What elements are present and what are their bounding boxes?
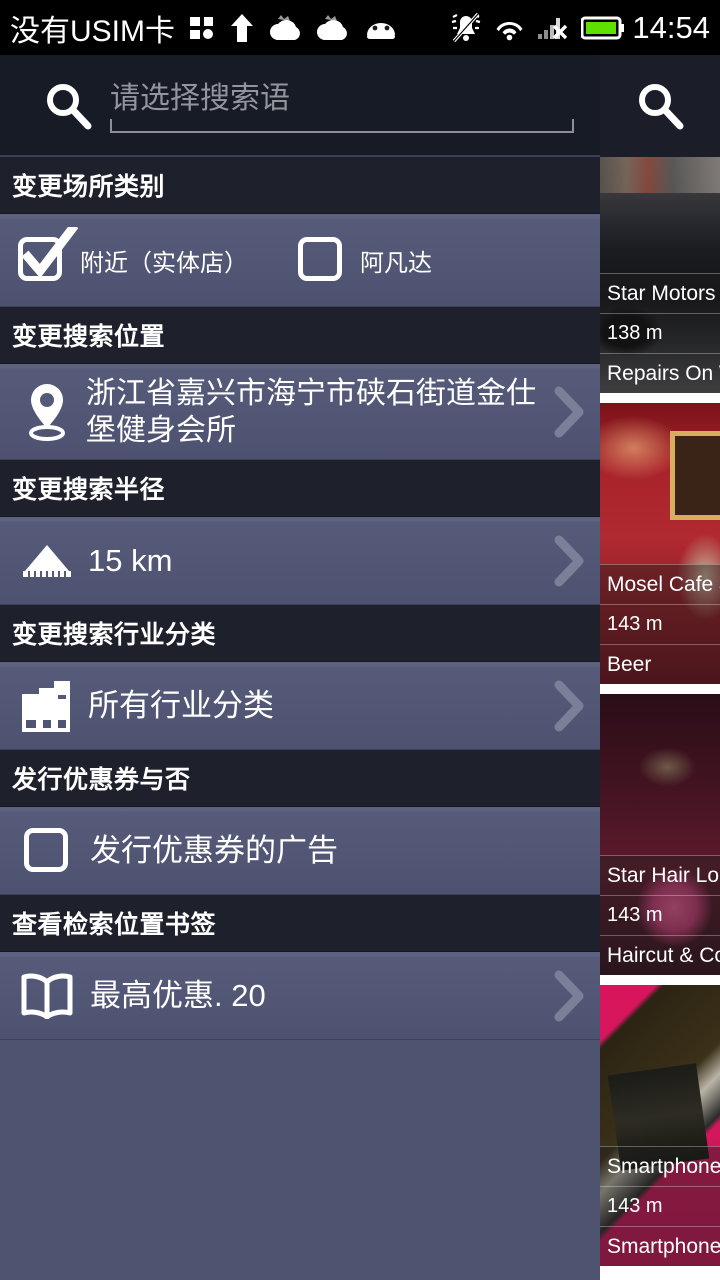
result-distance: 143 m [600, 895, 720, 935]
battery-icon [581, 16, 625, 39]
checkbox-label: 阿凡达 [360, 249, 432, 277]
search-placeholder: 请选择搜索语 [110, 82, 290, 115]
map-pin-icon [18, 381, 76, 443]
search-bar[interactable]: 请选择搜索语 [0, 55, 600, 157]
result-distance: 143 m [600, 1186, 720, 1226]
result-card[interactable]: Star Hair Lounge 143 m Haircut & Color [600, 694, 720, 975]
cloud-icon [317, 14, 347, 40]
location-value: 浙江省嘉兴市海宁市硖石街道金仕堡健身会所 [86, 376, 536, 447]
android-icon [367, 22, 395, 39]
grid-icon [190, 16, 213, 39]
result-info: Smartphone Rep 143 m Smartphone Rep [600, 1146, 720, 1266]
search-input[interactable]: 请选择搜索语 [110, 75, 582, 137]
checkbox-label: 附近（实体店） [80, 249, 248, 277]
search-icon [639, 84, 684, 130]
radius-value: 15 km [88, 542, 173, 578]
checkbox-icon-checked[interactable] [18, 227, 78, 283]
screen-root: 没有USIM卡 14:54 请选择搜索语 变更场所类别 附近（实体店） 阿凡达 … [0, 0, 720, 1280]
section-header-location: 变更搜索位置 [0, 307, 600, 364]
result-card[interactable]: Star Motors 138 m Repairs On Whee [600, 157, 720, 393]
place-category-row[interactable]: 附近（实体店） 阿凡达 [0, 214, 600, 307]
result-category: Beer [600, 644, 720, 684]
card-separator [600, 1266, 720, 1276]
settings-panel: 请选择搜索语 变更场所类别 附近（实体店） 阿凡达 变更搜索位置 浙江省嘉兴市海… [0, 55, 600, 1280]
section-title: 发行优惠券与否 [12, 766, 191, 794]
results-search-button[interactable] [600, 55, 720, 157]
section-header-bookmark: 查看检索位置书签 [0, 895, 600, 952]
search-icon [47, 84, 92, 130]
card-separator [600, 393, 720, 403]
clock: 14:54 [632, 9, 710, 45]
checkbox-icon-unchecked[interactable] [24, 827, 70, 874]
section-title: 变更搜索半径 [12, 476, 166, 504]
coupon-label: 发行优惠券的广告 [90, 832, 338, 868]
result-card[interactable]: Mosel Cafe & Lou 143 m Beer [600, 403, 720, 684]
protractor-icon [18, 541, 76, 581]
result-name: Star Motors [600, 273, 720, 313]
search-underline [110, 119, 574, 133]
carrier-label: 没有USIM卡 [10, 14, 175, 48]
result-info: Star Hair Lounge 143 m Haircut & Color [600, 855, 720, 975]
section-title: 变更搜索位置 [12, 323, 166, 351]
section-header-radius: 变更搜索半径 [0, 460, 600, 517]
results-panel[interactable]: Star Motors 138 m Repairs On Whee Mosel … [600, 55, 720, 1280]
chevron-right-icon [554, 535, 584, 586]
section-title: 变更搜索行业分类 [12, 621, 217, 649]
chevron-right-icon [554, 680, 584, 731]
section-header-coupon: 发行优惠券与否 [0, 750, 600, 807]
checkbox-icon-unchecked[interactable] [298, 237, 344, 283]
silent-bell-icon [452, 12, 481, 42]
result-info: Mosel Cafe & Lou 143 m Beer [600, 564, 720, 684]
radius-row[interactable]: 15 km [0, 517, 600, 605]
coupon-row[interactable]: 发行优惠券的广告 [0, 807, 600, 895]
cloud-icon [270, 14, 300, 40]
result-category: Smartphone Rep [600, 1226, 720, 1266]
result-name: Smartphone Rep [600, 1146, 720, 1186]
result-category: Haircut & Color [600, 935, 720, 975]
checkbox-avatar[interactable]: 阿凡达 [298, 237, 432, 283]
card-separator [600, 684, 720, 694]
result-name: Star Hair Lounge [600, 855, 720, 895]
status-icons-right [450, 12, 625, 43]
section-title: 查看检索位置书签 [12, 911, 217, 939]
result-category: Repairs On Whee [600, 353, 720, 393]
signal-no-service-icon [538, 17, 568, 39]
industry-value: 所有行业分类 [88, 687, 274, 723]
result-distance: 143 m [600, 604, 720, 644]
check-icon [21, 227, 78, 279]
section-title: 变更场所类别 [12, 173, 166, 201]
result-card[interactable]: Smartphone Rep 143 m Smartphone Rep [600, 985, 720, 1266]
wifi-icon [496, 21, 523, 40]
result-distance: 138 m [600, 313, 720, 353]
bookmark-row[interactable]: 最高优惠. 20 [0, 952, 600, 1040]
result-name: Mosel Cafe & Lou [600, 564, 720, 604]
chevron-right-icon [554, 970, 584, 1021]
upload-arrow-icon [231, 13, 253, 42]
bookmark-value: 最高优惠. 20 [90, 977, 266, 1013]
section-header-place-category: 变更场所类别 [0, 157, 600, 214]
industry-row[interactable]: 所有行业分类 [0, 662, 600, 750]
checkbox-coupon[interactable] [18, 827, 76, 874]
status-icons-left [189, 13, 399, 43]
result-info: Star Motors 138 m Repairs On Whee [600, 273, 720, 393]
location-row[interactable]: 浙江省嘉兴市海宁市硖石街道金仕堡健身会所 [0, 364, 600, 460]
status-bar: 没有USIM卡 14:54 [0, 0, 720, 55]
chevron-right-icon [554, 386, 584, 437]
buildings-icon [18, 680, 76, 732]
checkbox-nearby[interactable]: 附近（实体店） [18, 227, 248, 283]
open-book-icon [18, 973, 76, 1019]
card-separator [600, 975, 720, 985]
section-header-industry: 变更搜索行业分类 [0, 605, 600, 662]
